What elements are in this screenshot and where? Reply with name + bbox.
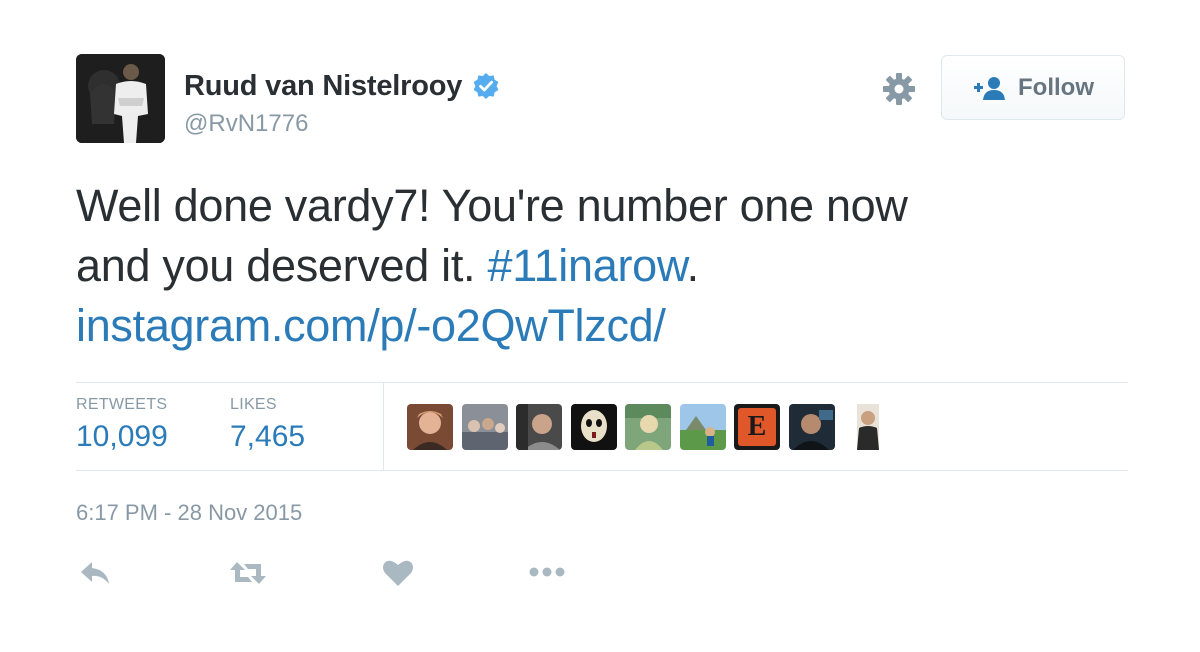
liker-avatar-5[interactable] xyxy=(625,404,671,450)
tweet-text-line-2: and you deserved it. #11inarow. xyxy=(76,236,1156,296)
verified-badge-icon xyxy=(473,73,499,99)
stats-divider-bottom xyxy=(76,470,1128,471)
likes-stat[interactable]: LIKES 7,465 xyxy=(230,396,305,454)
retweet-icon[interactable] xyxy=(228,556,268,590)
liker-avatar-2[interactable] xyxy=(461,404,508,450)
reply-icon[interactable] xyxy=(78,556,112,590)
retweets-label: RETWEETS xyxy=(76,396,168,413)
name-row: Ruud van Nistelrooy xyxy=(184,68,500,104)
liker-avatars: E xyxy=(407,404,898,450)
tweet-text-suffix: . xyxy=(686,240,700,291)
liker-avatar-4[interactable] xyxy=(570,404,617,450)
follow-label: Follow xyxy=(1018,73,1094,101)
liker-avatar-6[interactable] xyxy=(679,404,726,450)
stats-divider-vertical xyxy=(383,383,384,470)
liker-avatar-1[interactable] xyxy=(407,404,453,450)
like-icon[interactable] xyxy=(381,556,415,590)
tweet-text-prefix: and you deserved it. xyxy=(76,240,488,291)
hashtag-link[interactable]: #11inarow xyxy=(487,240,686,291)
follow-button[interactable]: Follow xyxy=(941,55,1125,120)
tweet-timestamp[interactable]: 6:17 PM - 28 Nov 2015 xyxy=(76,500,302,526)
likes-label: LIKES xyxy=(230,396,277,413)
liker-avatar-7[interactable]: E xyxy=(734,404,780,450)
tweet-text-line-3: instagram.com/p/-o2QwTlzcd/ xyxy=(76,296,1156,356)
liker-avatar-9[interactable] xyxy=(843,404,889,450)
user-handle[interactable]: @RvN1776 xyxy=(184,110,308,138)
tweet-text-line-1: Well done vardy7! You're number one now xyxy=(76,180,908,231)
tweet-card: Ruud van Nistelrooy @RvN1776 Follow Well… xyxy=(0,0,1200,652)
liker-avatar-8[interactable] xyxy=(788,404,835,450)
likes-count: 7,465 xyxy=(230,420,306,453)
profile-avatar[interactable] xyxy=(76,54,165,143)
tweet-text: Well done vardy7! You're number one now … xyxy=(76,176,1156,356)
display-name[interactable]: Ruud van Nistelrooy xyxy=(184,70,462,103)
add-user-icon xyxy=(974,76,1005,100)
retweets-stat[interactable]: RETWEETS 10,099 xyxy=(76,396,168,454)
stats-divider-top xyxy=(76,382,1128,383)
more-icon[interactable] xyxy=(528,556,568,590)
retweets-count: 10,099 xyxy=(76,420,168,453)
gear-icon[interactable] xyxy=(880,70,918,108)
liker-letter: E xyxy=(747,411,767,442)
instagram-link[interactable]: instagram.com/p/-o2QwTlzcd/ xyxy=(76,300,666,351)
liker-avatar-3[interactable] xyxy=(516,404,562,450)
